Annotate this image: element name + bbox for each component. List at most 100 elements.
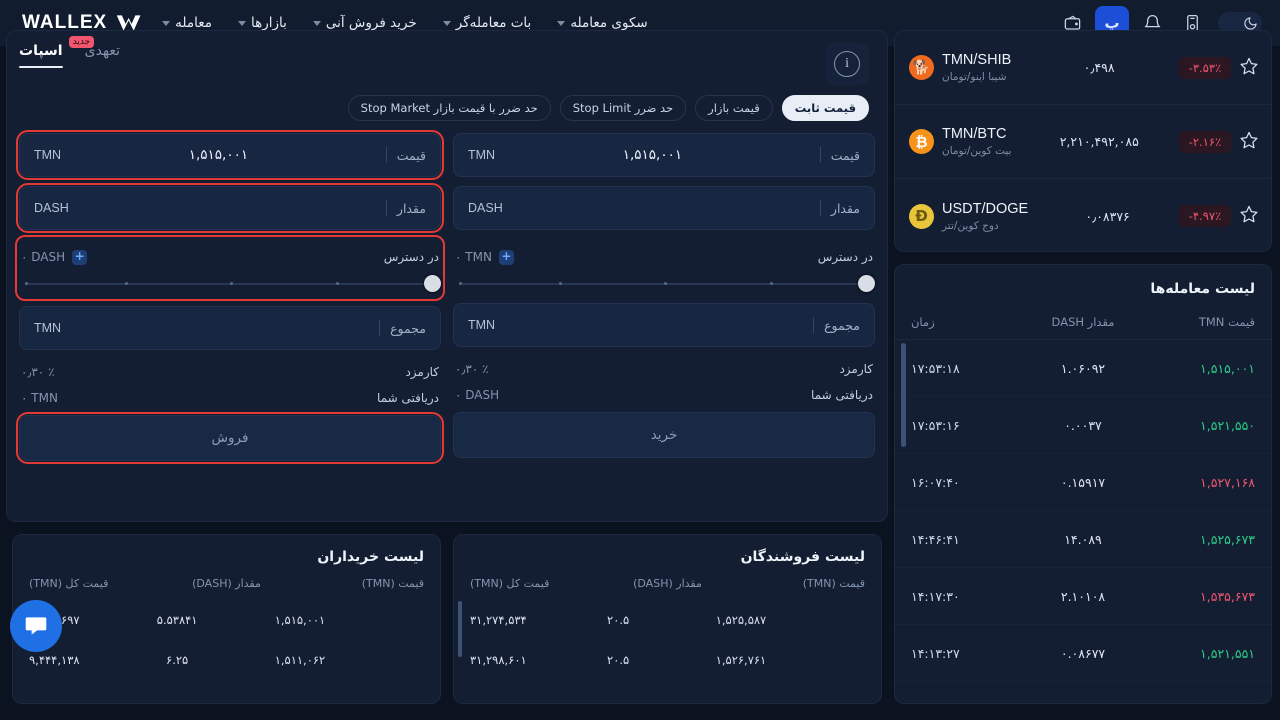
divider (813, 317, 815, 333)
info-icon: i (834, 51, 860, 77)
col-header-price: قیمت TMN (1198, 315, 1255, 329)
table-row[interactable]: ۱,۵۲۶,۷۶۱ ۲۰.۵ ۳۱,۲۹۸,۶۰۱ (454, 640, 881, 680)
receive-label: دریافتی شما (377, 391, 439, 405)
buy-amount-slider[interactable] (453, 271, 875, 297)
sell-button[interactable]: فروش (16, 412, 444, 464)
table-row: ۱,۵۳۵,۶۷۳ ۲.۱۰۱۰۸ ۱۴:۱۷:۳۰ (895, 568, 1271, 625)
order-type-limit[interactable]: قیمت ثابت (781, 95, 869, 121)
sell-available-slider-group: در دسترس + ۰ DASH (15, 235, 445, 301)
col-header-total: قیمت کل (TMN) (469, 577, 550, 590)
shib-coin-icon: 🐕 (909, 55, 934, 80)
tab-spot[interactable]: اسپات (19, 43, 63, 68)
col-header-total: قیمت کل (TMN) (28, 577, 109, 590)
buy-amount-field[interactable]: مقدار DASH (453, 186, 875, 230)
table-row: ۱,۵۲۷,۱۶۸ ۰.۱۵۹۱۷ ۱۶:۰۷:۴۰ (895, 454, 1271, 511)
table-row: ۱,۵۲۵,۶۷۳ ۱۴.۰۸۹ ۱۴:۴۶:۴۱ (895, 511, 1271, 568)
field-label: مجموع (824, 317, 860, 333)
sell-price-unit: TMN (34, 148, 62, 162)
market-names: TMN/BTC بیت کوین/تومان (942, 126, 1012, 157)
slider-tick (769, 281, 773, 285)
market-price: ۲,۲۱۰,۴۹۲,۰۸۵ (1059, 134, 1139, 149)
trade-price: ۱,۵۲۱,۵۵۰ (1200, 417, 1255, 433)
trade-time: ۱۷:۵۳:۱۶ (910, 417, 960, 433)
order-form-card: i تعهدی جدید اسپات قیمت ثابت قیمت بازار … (6, 30, 888, 522)
order-type-stop-limit[interactable]: حد ضرر Stop Limit (559, 95, 687, 121)
slider-tick (25, 281, 28, 285)
table-row[interactable]: ۱,۵۱۵,۰۰۱ ۵.۵۳۸۴۱ ۸,۳۹۰,۶۹۷ (13, 600, 440, 640)
favorite-star-icon[interactable] (1239, 204, 1259, 228)
sell-price-field[interactable]: قیمت ۱,۵۱۵,۰۰۱ TMN (16, 130, 444, 180)
add-funds-plus-icon[interactable]: + (72, 249, 88, 265)
col-header-amount: مقدار (DASH) (633, 577, 702, 590)
buy-total-field[interactable]: مجموع TMN (453, 303, 875, 347)
order-tabs: تعهدی جدید اسپات (19, 36, 120, 68)
sell-receive-row: دریافتی شما ۰ TMN (19, 385, 441, 411)
table-row: ۱,۵۱۵,۰۰۱ ۱.۰۶۰۹۲ ۱۷:۵۳:۱۸ (895, 340, 1271, 397)
order-price: ۱,۵۱۱,۰۶۲ (274, 653, 326, 667)
sell-amount-slider[interactable] (19, 271, 441, 297)
sellers-book-card: لیست فروشندگان قیمت (TMN) مقدار (DASH) ق… (453, 534, 882, 704)
divider (385, 147, 387, 163)
buy-fee-row: کارمزد ۰٫۳۰ ٪ (453, 356, 875, 382)
divider (819, 200, 821, 216)
order-books: لیست فروشندگان قیمت (TMN) مقدار (DASH) ق… (0, 522, 888, 704)
sell-amount-field[interactable]: مقدار DASH (16, 183, 444, 233)
add-funds-plus-icon[interactable]: + (498, 249, 514, 265)
trade-price: ۱,۵۲۵,۶۷۳ (1200, 531, 1255, 547)
sell-total-unit: TMN (34, 321, 62, 335)
divider (379, 320, 381, 336)
order-amount: ۲۰.۵ (607, 613, 630, 627)
available-label: در دسترس (817, 250, 873, 264)
trade-amount: ۰.۰۰۳۷ (1064, 417, 1102, 433)
slider-handle[interactable] (858, 275, 875, 292)
order-amount: ۶.۲۵ (166, 653, 189, 667)
order-type-stop-market[interactable]: حد ضرر با قیمت بازار Stop Market (347, 95, 551, 121)
slider-tick (558, 281, 562, 285)
sellers-scrollbar[interactable] (458, 601, 462, 657)
info-button[interactable]: i (825, 43, 869, 85)
trade-amount: ۰.۰۸۶۷۷ (1060, 645, 1106, 661)
fee-value: ۰٫۳۰ ٪ (21, 365, 55, 379)
market-names: TMN/SHIB شیبا اینو/تومان (942, 52, 1011, 83)
slider-tick (664, 281, 667, 285)
chevron-down-icon (312, 20, 321, 26)
trade-time: ۱۶:۰۷:۴۰ (910, 474, 960, 490)
market-row[interactable]: -۴.۹۷٪ ۰٫۰۸۳۷۶ USDT/DOGE دوج کوین/تتر Ð (895, 179, 1271, 251)
market-row[interactable]: -۲.۱۶٪ ۲,۲۱۰,۴۹۲,۰۸۵ TMN/BTC بیت کوین/تو… (895, 105, 1271, 179)
buy-button[interactable]: خرید (453, 412, 875, 458)
trade-time: ۱۴:۱۷:۳۰ (910, 588, 960, 604)
market-change: -۲.۱۶٪ (1179, 130, 1231, 153)
buy-receive-row: دریافتی شما ۰ DASH (453, 382, 875, 408)
buyers-title: لیست خریداران (317, 549, 424, 565)
fee-label: کارمزد (405, 365, 439, 379)
sellers-header-row: قیمت (TMN) مقدار (DASH) قیمت کل (TMN) (454, 573, 881, 600)
trade-time: ۱۷:۵۳:۱۸ (910, 360, 960, 376)
market-price: ۰٫۴۹۸ (1083, 60, 1115, 75)
table-row: ۱,۵۲۱,۵۵۰ ۰.۰۰۳۷ ۱۷:۵۳:۱۶ (895, 397, 1271, 454)
trade-time: ۱۴:۴۶:۴۱ (910, 531, 960, 547)
page-body: -۳.۵۳٪ ۰٫۴۹۸ TMN/SHIB شیبا اینو/تومان 🐕 … (0, 30, 1280, 720)
table-row[interactable]: ۱,۵۲۵,۵۸۷ ۲۰.۵ ۳۱,۲۷۴,۵۳۴ (454, 600, 881, 640)
favorite-star-icon[interactable] (1239, 56, 1259, 80)
col-header-price: قیمت (TMN) (802, 577, 865, 590)
trades-scrollbar[interactable] (901, 343, 906, 447)
divider (819, 147, 821, 163)
table-row[interactable]: ۱,۵۱۱,۰۶۲ ۶.۲۵ ۹,۴۴۴,۱۳۸ (13, 640, 440, 680)
sell-total-field[interactable]: مجموع TMN (19, 306, 441, 350)
slider-handle[interactable] (424, 275, 441, 292)
chevron-down-icon (557, 20, 566, 26)
right-column: i تعهدی جدید اسپات قیمت ثابت قیمت بازار … (0, 30, 888, 720)
favorite-star-icon[interactable] (1239, 130, 1259, 154)
col-header-time: زمان (910, 315, 935, 329)
market-price: ۰٫۰۸۳۷۶ (1085, 208, 1130, 224)
chat-widget-button[interactable] (10, 600, 62, 652)
tab-futures[interactable]: تعهدی جدید (68, 36, 120, 68)
market-row[interactable]: -۳.۵۳٪ ۰٫۴۹۸ TMN/SHIB شیبا اینو/تومان 🐕 (895, 31, 1271, 105)
sell-price-value: ۱,۵۱۵,۰۰۱ (188, 147, 249, 163)
slider-tick (230, 281, 233, 285)
order-type-market[interactable]: قیمت بازار (695, 95, 773, 121)
available-label: در دسترس (383, 250, 439, 264)
buy-price-field[interactable]: قیمت ۱,۵۱۵,۰۰۱ TMN (453, 133, 875, 177)
order-card-header: i تعهدی جدید اسپات (7, 31, 887, 85)
trading-page: ﭖ سکوی معامله بات معامله‌گر خرید فروش آن… (0, 0, 1280, 720)
